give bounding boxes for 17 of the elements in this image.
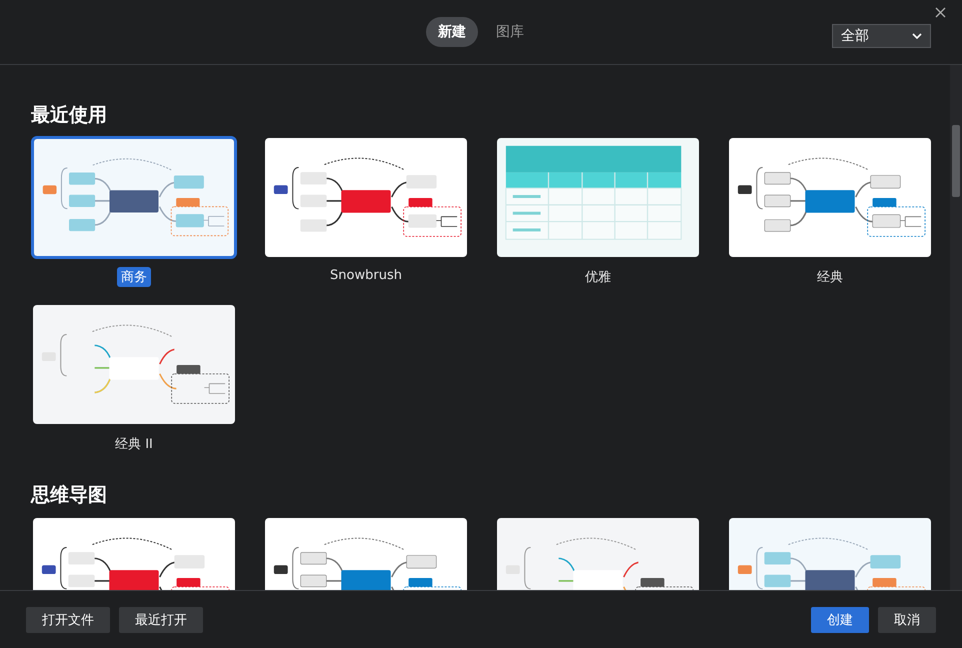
filter-dropdown[interactable]: 全部 [832, 24, 931, 48]
tab[interactable]: 图库 [484, 17, 536, 47]
section-title: 最近使用 [31, 103, 108, 128]
template-name: 商务 [117, 267, 151, 287]
footer-button[interactable]: 最近打开 [119, 607, 203, 633]
template-name: 经典 II [114, 436, 154, 454]
chevron-down-icon [912, 33, 922, 39]
tab[interactable]: 新建 [426, 17, 478, 47]
cancel-button[interactable]: 取消 [878, 607, 936, 633]
scrollbar[interactable] [950, 65, 962, 590]
section-title: 思维导图 [31, 483, 108, 508]
close-icon[interactable] [935, 7, 946, 18]
template-name: 优雅 [584, 269, 612, 287]
template-name: 经典 [816, 269, 844, 287]
template-name: Snowbrush [329, 267, 403, 284]
create-button[interactable]: 创建 [811, 607, 869, 633]
footer-button[interactable]: 打开文件 [26, 607, 110, 633]
